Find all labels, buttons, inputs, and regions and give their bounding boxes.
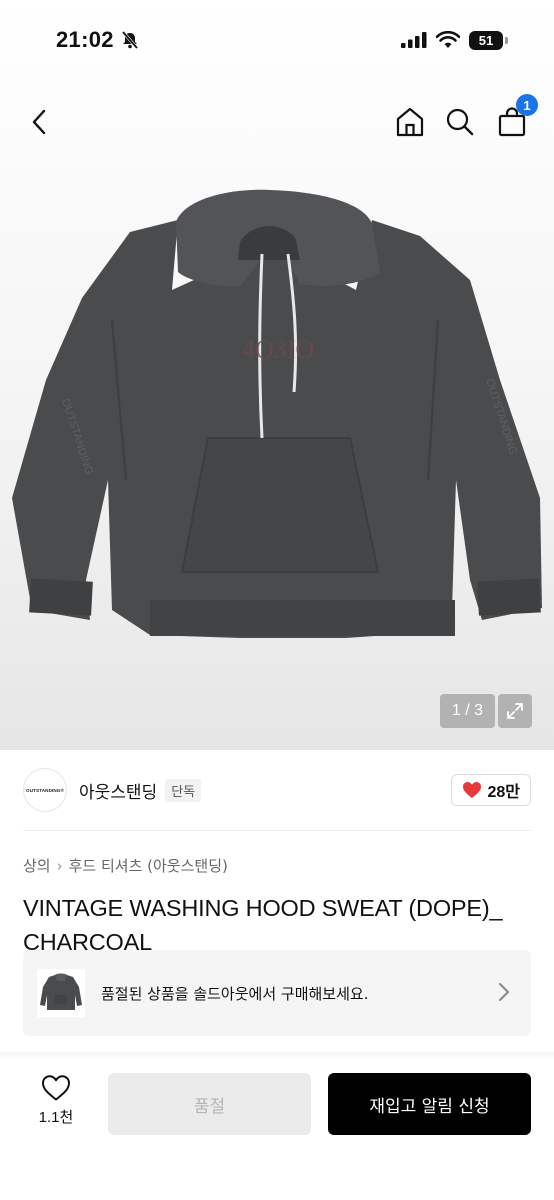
svg-text:4O3IO: 4O3IO (242, 335, 314, 364)
exclusive-tag: 단독 (165, 778, 202, 802)
brand-like-button[interactable]: 28만 (451, 774, 531, 806)
brand-like-count: 28만 (487, 784, 520, 801)
breadcrumb: 상의 › 후드 티셔츠 (아웃스탠딩) (23, 855, 228, 876)
chevron-left-icon (32, 109, 46, 135)
breadcrumb-separator: › (56, 856, 63, 875)
brand-row: OUTSTANDING® 아웃스탠딩 단독 28만 (23, 765, 531, 815)
home-button[interactable] (390, 102, 430, 142)
search-icon (446, 108, 474, 136)
battery-level: 51 (469, 30, 503, 50)
wifi-icon (436, 31, 460, 48)
product-title: VINTAGE WASHING HOOD SWEAT (DOPE)_ CHARC… (23, 895, 503, 955)
section-divider (23, 830, 531, 831)
hoodie-thumbnail-icon (40, 973, 82, 1010)
home-icon (396, 107, 424, 137)
product-image: 4O3IO OUTSTANDING OUTSTANDING (12, 189, 542, 638)
bottom-action-bar: 1.1천 품절 재입고 알림 신청 (0, 1058, 554, 1200)
signal-icon (401, 32, 427, 48)
brand-name[interactable]: 아웃스탠딩 (79, 778, 157, 803)
chevron-right-icon (499, 983, 509, 1001)
breadcrumb-category[interactable]: 상의 (23, 855, 51, 876)
restock-alert-button[interactable]: 재입고 알림 신청 (328, 1073, 531, 1135)
wishlist-count: 1.1천 (38, 1109, 74, 1126)
back-button[interactable] (20, 102, 60, 142)
soldout-marketplace-banner[interactable]: 품절된 상품을 솔드아웃에서 구매해보세요. (23, 950, 531, 1036)
product-detail-page: 4O3IO OUTSTANDING OUTSTANDING 1 / 3 21:0… (0, 0, 554, 1200)
status-bar: 21:02 51 (0, 0, 554, 80)
cart-button[interactable]: 1 (492, 94, 538, 142)
sold-out-button: 품절 (108, 1073, 311, 1135)
heart-filled-icon (463, 782, 482, 798)
bell-mute-icon (121, 31, 138, 49)
battery-indicator: 51 (469, 30, 508, 50)
brand-logo[interactable]: OUTSTANDING® (23, 768, 67, 812)
banner-text: 품절된 상품을 솔드아웃에서 구매해보세요. (101, 984, 369, 1003)
top-navigation: 1 (0, 92, 554, 152)
wishlist-button[interactable]: 1.1천 (26, 1074, 86, 1134)
breadcrumb-subcategory[interactable]: 후드 티셔츠 (아웃스탠딩) (69, 855, 228, 876)
banner-thumbnail (37, 969, 85, 1017)
expand-icon (507, 703, 523, 719)
expand-image-button[interactable] (498, 694, 532, 728)
heart-outline-icon (42, 1075, 70, 1101)
cart-count-badge: 1 (516, 94, 538, 116)
status-time: 21:02 (56, 27, 114, 52)
gallery-pager: 1 / 3 (440, 694, 495, 728)
search-button[interactable] (440, 102, 480, 142)
